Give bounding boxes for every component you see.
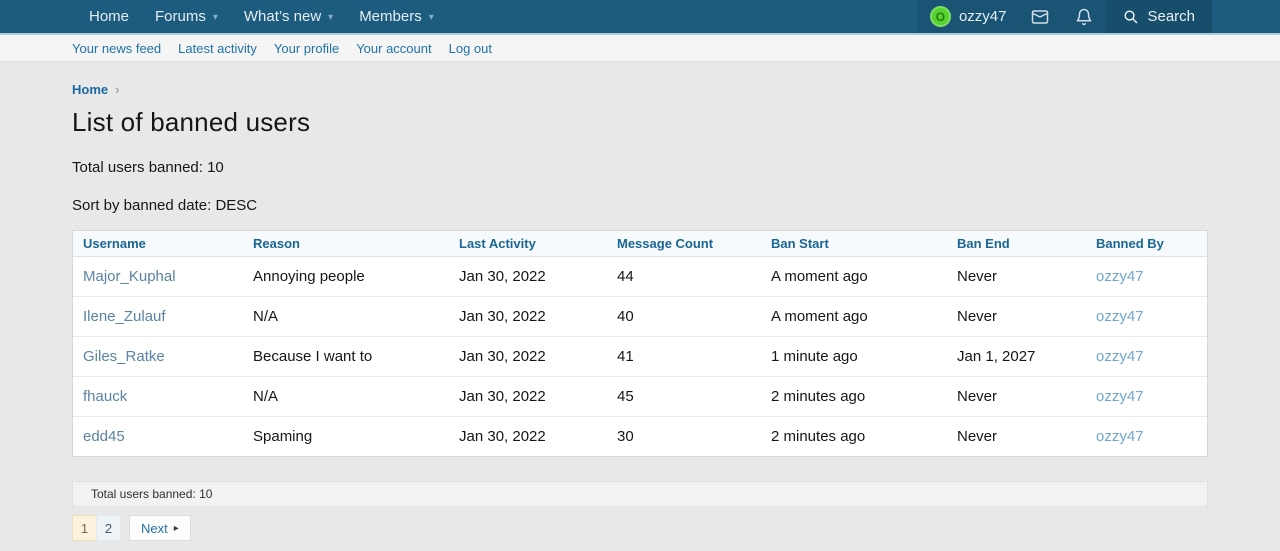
banned-by-link[interactable]: ozzy47	[1096, 428, 1144, 445]
nav-right-group: O ozzy47 Search	[918, 0, 1280, 33]
nav-item-label: Members	[359, 8, 422, 25]
chevron-down-icon: ▾	[328, 10, 333, 23]
message-count-cell: 40	[607, 297, 761, 337]
messages-button[interactable]	[1018, 0, 1062, 33]
next-page-button[interactable]: Next ▸	[129, 515, 191, 541]
col-header-username: Username	[73, 231, 243, 257]
nav-item-whats-new[interactable]: What’s new ▾	[231, 0, 346, 33]
next-label: Next	[141, 521, 168, 536]
banned-by-link[interactable]: ozzy47	[1096, 388, 1144, 405]
username-link[interactable]: Major_Kuphal	[83, 268, 176, 285]
page-title: List of banned users	[72, 107, 1208, 138]
last-activity-cell: Jan 30, 2022	[449, 417, 607, 457]
reason-cell: Annoying people	[243, 257, 449, 297]
nav-item-home[interactable]: Home	[76, 0, 142, 33]
col-header-ban-end: Ban End	[947, 231, 1086, 257]
ban-start-cell: A moment ago	[761, 257, 947, 297]
bell-icon	[1075, 8, 1093, 26]
nav-item-members[interactable]: Members ▾	[346, 0, 447, 33]
breadcrumb: Home ›	[72, 82, 1208, 97]
ban-start-cell: 1 minute ago	[761, 337, 947, 377]
message-count-cell: 45	[607, 377, 761, 417]
last-activity-cell: Jan 30, 2022	[449, 297, 607, 337]
username-label: ozzy47	[959, 8, 1007, 25]
last-activity-cell: Jan 30, 2022	[449, 337, 607, 377]
ban-end-cell: Never	[947, 377, 1086, 417]
reason-cell: Spaming	[243, 417, 449, 457]
subnav-item-your-profile[interactable]: Your profile	[274, 41, 339, 56]
nav-item-forums[interactable]: Forums ▾	[142, 0, 231, 33]
col-header-reason: Reason	[243, 231, 449, 257]
main-content: Home › List of banned users Total users …	[0, 62, 1280, 551]
pagination: 1 2 Next ▸	[72, 515, 1208, 551]
username-link[interactable]: Giles_Ratke	[83, 348, 165, 365]
username-link[interactable]: edd45	[83, 428, 125, 445]
reason-cell: Because I want to	[243, 337, 449, 377]
message-count-cell: 41	[607, 337, 761, 377]
message-count-cell: 30	[607, 417, 761, 457]
last-activity-cell: Jan 30, 2022	[449, 377, 607, 417]
nav-item-label: Forums	[155, 8, 206, 25]
last-activity-cell: Jan 30, 2022	[449, 257, 607, 297]
ban-end-cell: Never	[947, 297, 1086, 337]
col-header-message-count: Message Count	[607, 231, 761, 257]
breadcrumb-home-link[interactable]: Home	[72, 82, 108, 97]
col-header-last-activity: Last Activity	[449, 231, 607, 257]
table-footer-summary: Total users banned: 10	[72, 481, 1208, 507]
search-label: Search	[1147, 8, 1195, 25]
reason-cell: N/A	[243, 297, 449, 337]
ban-end-cell: Never	[947, 257, 1086, 297]
table-row: fhauck N/A Jan 30, 2022 45 2 minutes ago…	[73, 377, 1207, 417]
subnav-item-your-account[interactable]: Your account	[356, 41, 431, 56]
table-row: Giles_Ratke Because I want to Jan 30, 20…	[73, 337, 1207, 377]
chevron-down-icon: ▾	[213, 10, 218, 23]
ban-end-cell: Never	[947, 417, 1086, 457]
nav-item-label: What’s new	[244, 8, 321, 25]
table-header-row: Username Reason Last Activity Message Co…	[73, 231, 1207, 257]
ban-start-cell: 2 minutes ago	[761, 377, 947, 417]
breadcrumb-arrow-icon: ›	[115, 82, 119, 97]
nav-item-label: Home	[89, 8, 129, 25]
account-menu-button[interactable]: O ozzy47	[918, 0, 1019, 33]
top-nav: Home Forums ▾ What’s new ▾ Members ▾ O o…	[0, 0, 1280, 35]
page-2-button[interactable]: 2	[96, 515, 121, 541]
col-header-ban-start: Ban Start	[761, 231, 947, 257]
subnav-item-your-news-feed[interactable]: Your news feed	[72, 41, 161, 56]
account-subnav: Your news feed Latest activity Your prof…	[0, 35, 1280, 62]
banned-by-link[interactable]: ozzy47	[1096, 268, 1144, 285]
sort-order-text: Sort by banned date: DESC	[72, 197, 1208, 214]
search-button[interactable]: Search	[1106, 0, 1212, 33]
message-count-cell: 44	[607, 257, 761, 297]
username-link[interactable]: Ilene_Zulauf	[83, 308, 166, 325]
banned-by-link[interactable]: ozzy47	[1096, 308, 1144, 325]
username-link[interactable]: fhauck	[83, 388, 127, 405]
banned-users-table: Username Reason Last Activity Message Co…	[72, 230, 1208, 457]
avatar: O	[930, 6, 951, 27]
next-arrow-icon: ▸	[174, 523, 179, 534]
envelope-icon	[1031, 8, 1049, 26]
ban-start-cell: 2 minutes ago	[761, 417, 947, 457]
subnav-item-log-out[interactable]: Log out	[449, 41, 492, 56]
ban-start-cell: A moment ago	[761, 297, 947, 337]
reason-cell: N/A	[243, 377, 449, 417]
page-1-button[interactable]: 1	[72, 515, 97, 541]
table-row: edd45 Spaming Jan 30, 2022 30 2 minutes …	[73, 417, 1207, 457]
main-menu: Home Forums ▾ What’s new ▾ Members ▾	[0, 0, 447, 33]
total-banned-text: Total users banned: 10	[72, 159, 1208, 176]
banned-by-link[interactable]: ozzy47	[1096, 348, 1144, 365]
table-row: Ilene_Zulauf N/A Jan 30, 2022 40 A momen…	[73, 297, 1207, 337]
alerts-button[interactable]	[1062, 0, 1106, 33]
table-row: Major_Kuphal Annoying people Jan 30, 202…	[73, 257, 1207, 297]
search-icon	[1123, 9, 1138, 24]
ban-end-cell: Jan 1, 2027	[947, 337, 1086, 377]
chevron-down-icon: ▾	[429, 10, 434, 23]
subnav-item-latest-activity[interactable]: Latest activity	[178, 41, 257, 56]
col-header-banned-by: Banned By	[1086, 231, 1207, 257]
